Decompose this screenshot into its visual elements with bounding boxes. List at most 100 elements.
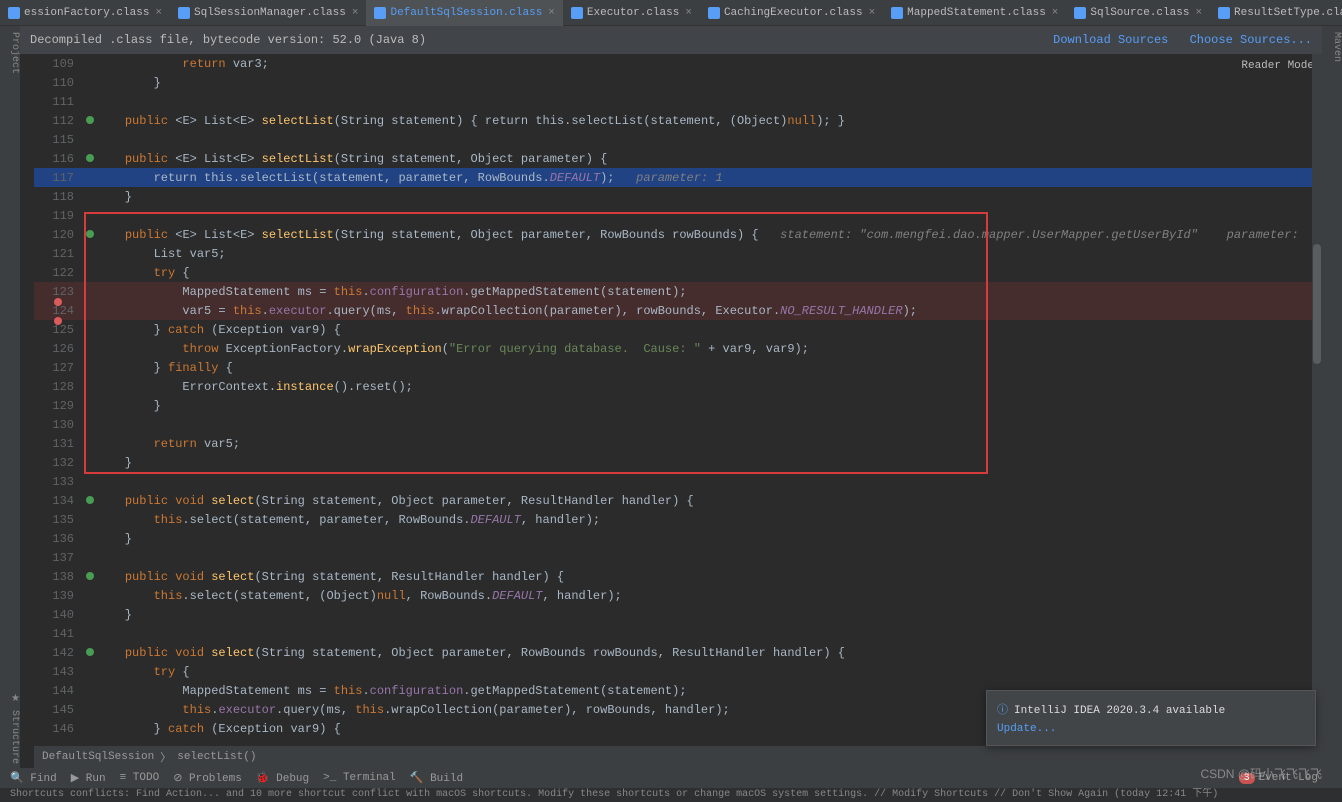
tool-build[interactable]: 🔨 Build [410,771,463,785]
maven-tool-window-stripe[interactable]: Maven [1322,26,1342,802]
line-number[interactable]: 131 [34,437,82,451]
line-number[interactable]: 117 [34,171,82,185]
line-number[interactable]: 132 [34,456,82,470]
code-line[interactable]: 125 } catch (Exception var9) { [34,320,1322,339]
code-text[interactable]: } catch (Exception var9) { [96,722,341,736]
breadcrumb-item[interactable]: DefaultSqlSession [42,751,154,763]
code-text[interactable]: public <E> List<E> selectList(String sta… [96,114,845,128]
code-line[interactable]: 132 } [34,453,1322,472]
tool-todo[interactable]: ≡ TODO [120,772,160,784]
line-number[interactable]: 125 [34,323,82,337]
code-line[interactable]: 117 return this.selectList(statement, pa… [34,168,1322,187]
line-number[interactable]: 130 [34,418,82,432]
code-text[interactable]: public void select(String statement, Obj… [96,646,845,660]
code-text[interactable]: public <E> List<E> selectList(String sta… [96,152,607,166]
tool-terminal[interactable]: >_ Terminal [323,772,396,784]
line-number[interactable]: 118 [34,190,82,204]
code-text[interactable]: return var5; [96,437,240,451]
override-icon[interactable] [86,116,94,124]
code-line[interactable]: 127 } finally { [34,358,1322,377]
download-sources-link[interactable]: Download Sources [1053,33,1168,47]
code-line[interactable]: 137 [34,548,1322,567]
gutter-icon-area[interactable] [82,570,96,584]
code-text[interactable]: return this.selectList(statement, parame… [96,171,723,185]
line-number[interactable]: 143 [34,665,82,679]
code-text[interactable]: } [96,399,161,413]
line-number[interactable]: 116 [34,152,82,166]
code-line[interactable]: 133 [34,472,1322,491]
code-text[interactable]: this.select(statement, parameter, RowBou… [96,513,600,527]
close-icon[interactable]: × [1195,7,1202,19]
editor-tab[interactable]: ResultSetType.class× [1210,0,1342,26]
gutter-icon-area[interactable] [82,114,96,128]
editor-tab[interactable]: MappedStatement.class× [883,0,1066,26]
close-icon[interactable]: × [685,7,692,19]
code-line[interactable]: 126 throw ExceptionFactory.wrapException… [34,339,1322,358]
close-icon[interactable]: × [548,7,555,19]
editor-tab[interactable]: SqlSessionManager.class× [170,0,366,26]
editor-tab[interactable]: DefaultSqlSession.class× [366,0,562,26]
gutter-icon-area[interactable] [82,228,96,242]
code-line[interactable]: 111 [34,92,1322,111]
scrollbar-thumb[interactable] [1313,244,1321,364]
line-number[interactable]: 142 [34,646,82,660]
code-text[interactable]: throw ExceptionFactory.wrapException("Er… [96,342,809,356]
line-number[interactable]: 136 [34,532,82,546]
code-line[interactable]: 135 this.select(statement, parameter, Ro… [34,510,1322,529]
breadcrumbs[interactable]: DefaultSqlSession〉selectList() [34,746,1322,768]
line-number[interactable]: 123 [34,285,82,299]
gutter-icon-area[interactable] [82,152,96,166]
code-text[interactable]: MappedStatement ms = this.configuration.… [96,684,687,698]
code-line[interactable]: 143 try { [34,662,1322,681]
line-number[interactable]: 139 [34,589,82,603]
gutter-icon-area[interactable] [82,494,96,508]
code-line[interactable]: 119 [34,206,1322,225]
code-text[interactable]: public void select(String statement, Res… [96,570,564,584]
code-line[interactable]: 121 List var5; [34,244,1322,263]
line-number[interactable]: 135 [34,513,82,527]
update-link[interactable]: Update... [997,723,1305,735]
editor-tab[interactable]: SqlSource.class× [1066,0,1210,26]
code-text[interactable]: return var3; [96,57,269,71]
line-number[interactable]: 141 [34,627,82,641]
code-text[interactable]: } [96,456,132,470]
close-icon[interactable]: × [352,7,359,19]
code-line[interactable]: 129 } [34,396,1322,415]
line-number[interactable]: 126 [34,342,82,356]
line-number[interactable]: 112 [34,114,82,128]
tool-debug[interactable]: 🐞 Debug [256,771,309,785]
vertical-scrollbar[interactable] [1312,54,1322,746]
code-line[interactable]: 131 return var5; [34,434,1322,453]
code-text[interactable]: } [96,608,132,622]
code-line[interactable]: 141 [34,624,1322,643]
line-number[interactable]: 119 [34,209,82,223]
line-number[interactable]: 129 [34,399,82,413]
code-line[interactable]: 109 return var3; [34,54,1322,73]
code-text[interactable]: this.executor.query(ms, this.wrapCollect… [96,703,730,717]
breadcrumb-item[interactable]: selectList() [177,751,256,763]
line-number[interactable]: 109 [34,57,82,71]
code-text[interactable]: public <E> List<E> selectList(String sta… [96,228,1299,242]
line-number[interactable]: 121 [34,247,82,261]
code-line[interactable]: 134 public void select(String statement,… [34,491,1322,510]
editor-tab[interactable]: CachingExecutor.class× [700,0,883,26]
code-text[interactable]: ErrorContext.instance().reset(); [96,380,413,394]
line-number[interactable]: 115 [34,133,82,147]
code-line[interactable]: 124 var5 = this.executor.query(ms, this.… [34,301,1322,320]
code-line[interactable]: 128 ErrorContext.instance().reset(); [34,377,1322,396]
line-number[interactable]: 127 [34,361,82,375]
line-number[interactable]: 145 [34,703,82,717]
code-line[interactable]: 116 public <E> List<E> selectList(String… [34,149,1322,168]
editor-tab[interactable]: Executor.class× [563,0,700,26]
close-icon[interactable]: × [869,7,876,19]
override-icon[interactable] [86,154,94,162]
gutter-icon-area[interactable] [82,646,96,660]
code-text[interactable]: } [96,532,132,546]
line-number[interactable]: 124 [34,304,82,318]
line-number[interactable]: 128 [34,380,82,394]
code-text[interactable]: List var5; [96,247,226,261]
code-line[interactable]: 123 MappedStatement ms = this.configurat… [34,282,1322,301]
close-icon[interactable]: × [155,7,162,19]
override-icon[interactable] [86,230,94,238]
project-tool-window-stripe[interactable]: Project [0,26,20,802]
